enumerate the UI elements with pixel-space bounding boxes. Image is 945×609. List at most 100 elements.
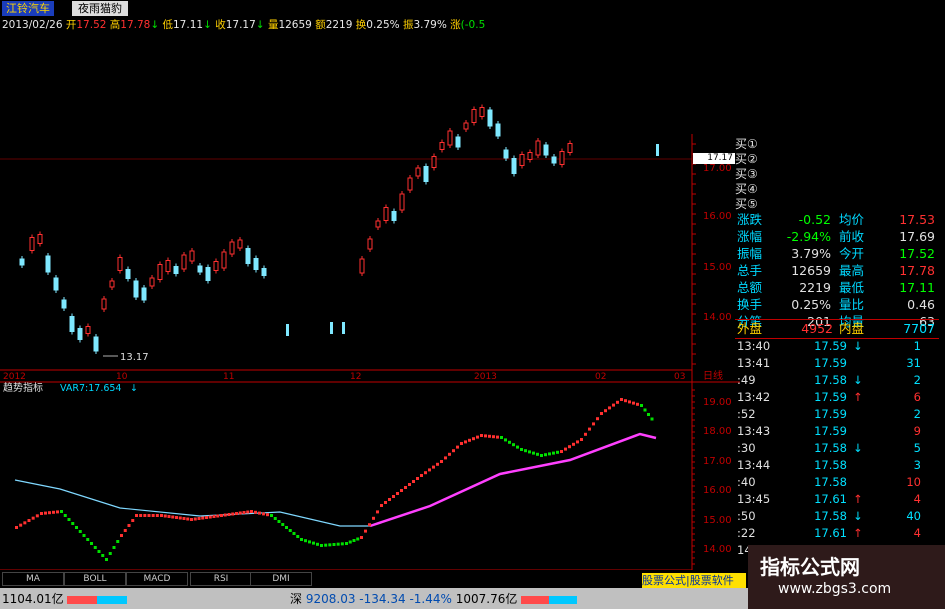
indicator-tab-macd[interactable]: MACD xyxy=(126,572,188,586)
trend-dot xyxy=(544,453,547,457)
subchart-var-label: VAR7:17.654 xyxy=(60,383,121,394)
tick-time: :50 xyxy=(737,509,756,523)
indicator-name-tab[interactable]: 夜雨猫豹 xyxy=(72,1,128,16)
trend-dot xyxy=(588,427,591,431)
sub-axis-18: 18.00 xyxy=(703,426,732,437)
indicator-tab-dmi[interactable]: DMI xyxy=(250,572,312,586)
tick-price: 17.61 xyxy=(814,526,847,540)
stat-label: 涨跌 xyxy=(737,212,763,227)
tick-time: :40 xyxy=(737,475,756,489)
trend-dot xyxy=(564,447,567,451)
candle xyxy=(527,152,533,160)
tick-row[interactable]: :40 17.58 10 xyxy=(735,474,939,490)
trend-dot xyxy=(592,422,595,426)
trend-dot xyxy=(82,534,86,537)
trend-dot xyxy=(143,514,147,517)
candle xyxy=(439,142,445,150)
trend-dot xyxy=(396,492,399,495)
tick-row[interactable]: :52 17.59 2 xyxy=(735,406,939,422)
candle xyxy=(567,143,573,153)
current-price-tag: 17.17 xyxy=(693,153,735,164)
trend-dot xyxy=(193,517,197,521)
tick-row[interactable]: :49 17.58 ↓ 2 xyxy=(735,372,939,388)
trend-dot xyxy=(432,465,435,469)
trend-dot xyxy=(616,400,619,404)
kline-chart[interactable]: 17.00 16.00 15.00 14.00 13.17 2012 10 11… xyxy=(0,34,740,574)
trend-dot xyxy=(23,521,27,525)
trend-dot xyxy=(60,510,63,513)
quote-panel: 买① 买② 买③ 买④ 买⑤ 涨跌 -0.52 均价 17.53 涨幅 -2.94% 前收 1… xyxy=(735,135,941,575)
tick-price: 17.59 xyxy=(814,339,847,353)
candle xyxy=(109,280,115,288)
trend-dot xyxy=(120,534,123,537)
candle xyxy=(503,149,509,159)
turnover-value: 0.25% xyxy=(366,19,400,31)
tick-row[interactable]: :50 17.58 ↓ 40 xyxy=(735,508,939,524)
candle xyxy=(342,322,345,334)
stock-name-tab[interactable]: 江铃汽车 xyxy=(2,1,54,16)
open-label: 开 xyxy=(65,19,77,31)
tick-row[interactable]: 13:40 17.59 ↓ 1 xyxy=(735,338,939,354)
trend-dot xyxy=(452,449,455,453)
tick-row[interactable]: 13:44 17.58 3 xyxy=(735,457,939,473)
low-value: 17.11 xyxy=(173,19,204,31)
tick-row[interactable]: 13:41 17.59 31 xyxy=(735,355,939,371)
indicator-tab-boll[interactable]: BOLL xyxy=(64,572,126,586)
var-arrow-icon: ↓ xyxy=(130,383,138,394)
trend-dot xyxy=(404,486,407,489)
trend-dot xyxy=(456,445,459,449)
status-index: 深 9208.03 -134.34 -1.44% 1007.76亿 xyxy=(290,590,578,607)
trend-dot xyxy=(460,442,463,445)
trend-dot xyxy=(182,517,186,520)
tick-row[interactable]: 13:45 17.61 ↑ 4 xyxy=(735,491,939,507)
indicator-tab-ma[interactable]: MA xyxy=(2,572,64,586)
tick-row[interactable]: 13:43 17.59 9 xyxy=(735,423,939,439)
candle xyxy=(367,238,373,250)
tick-price: 17.59 xyxy=(814,424,847,438)
candle xyxy=(447,130,453,146)
stats-row: 振幅 3.79% 今开 17.52 xyxy=(735,245,939,263)
trend-dot xyxy=(273,517,277,520)
stat-value: 0.25% xyxy=(791,297,831,312)
trend-dot xyxy=(171,515,175,519)
trend-dot xyxy=(472,437,475,441)
candle xyxy=(245,248,251,264)
subchart-title: 趋势指标 xyxy=(3,381,43,394)
tick-row[interactable]: :30 17.58 ↓ 5 xyxy=(735,440,939,456)
market-bar-left xyxy=(67,595,128,604)
change-value: (-0.5 xyxy=(460,19,486,31)
tick-row[interactable]: 13:42 17.59 ↑ 6 xyxy=(735,389,939,405)
tick-time: 13:45 xyxy=(737,492,771,506)
candlestick-series xyxy=(19,104,659,354)
date-label-03: 03 xyxy=(674,372,685,382)
candle xyxy=(141,287,147,301)
tick-price: 17.59 xyxy=(814,356,847,370)
trend-dot xyxy=(285,526,288,529)
stat-label: 最高 xyxy=(839,263,865,278)
trend-dot xyxy=(266,513,269,517)
trend-dot xyxy=(468,438,471,442)
trend-dot xyxy=(572,442,575,446)
tick-volume: 4 xyxy=(913,492,921,506)
trend-dot xyxy=(308,540,311,544)
ad-tag[interactable]: 股票公式|股票软件 xyxy=(642,573,746,588)
trend-dot xyxy=(44,511,47,515)
period-label[interactable]: 日线 xyxy=(703,369,723,382)
turnover-label: 换 xyxy=(355,19,367,31)
candle xyxy=(189,250,195,262)
trend-dot xyxy=(492,435,495,439)
market-bar-right xyxy=(521,595,578,604)
trend-dot xyxy=(424,471,427,475)
trend-dot xyxy=(552,451,555,455)
price-label-16: 16.00 xyxy=(703,211,732,222)
candle xyxy=(61,299,67,309)
tick-row[interactable]: :22 17.61 ↑ 4 xyxy=(735,525,939,541)
candle xyxy=(423,166,429,182)
candle xyxy=(495,123,501,137)
stats-row: 涨幅 -2.94% 前收 17.69 xyxy=(735,228,939,246)
trend-dot xyxy=(576,440,579,444)
trend-dot xyxy=(231,512,235,516)
indicator-tab-rsi[interactable]: RSI xyxy=(190,572,252,586)
candle xyxy=(359,258,365,274)
candle xyxy=(37,234,43,244)
